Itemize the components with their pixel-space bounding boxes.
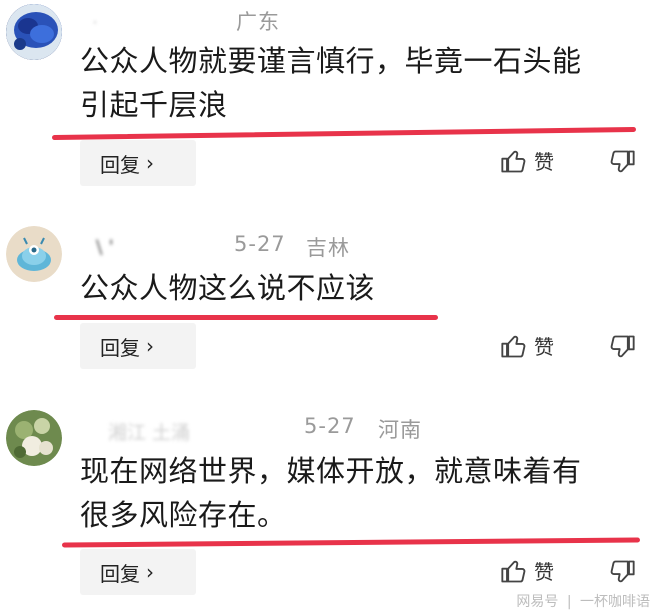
avatar-image: [6, 4, 62, 60]
chevron-right-icon: ›: [146, 334, 154, 358]
reply-button[interactable]: 回复 ›: [80, 549, 196, 595]
red-underline: [51, 126, 637, 141]
comment-text: 现在网络世界，媒体开放，就意味着有 很多风险存在。: [80, 449, 640, 537]
dislike-button[interactable]: [608, 558, 636, 590]
user-avatar[interactable]: [6, 4, 62, 60]
user-avatar[interactable]: [6, 410, 62, 466]
comment-text-line: 现在网络世界，媒体开放，就意味着有: [80, 454, 582, 488]
chevron-right-icon: ›: [146, 151, 154, 175]
thumbs-up-icon: [501, 150, 526, 172]
reply-label: 回复: [100, 152, 140, 177]
watermark: 网易号 | 一杯咖啡语: [514, 591, 652, 611]
comment-location: 广东: [236, 10, 280, 34]
comment-text-line: 引起千层浪: [80, 88, 228, 122]
avatar-image: [6, 226, 62, 282]
reply-button[interactable]: 回复 ›: [80, 323, 196, 369]
thumbs-up-icon: [501, 335, 526, 357]
watermark-separator: |: [566, 594, 572, 610]
comment-date: 5-27: [234, 232, 286, 256]
thumbs-up-icon: [501, 560, 526, 582]
dislike-button[interactable]: [608, 148, 636, 180]
comment-date: 5-27: [304, 414, 356, 438]
author-name[interactable]: ·: [92, 12, 98, 34]
thumbs-down-icon: [610, 150, 635, 173]
comment-location: 吉林: [306, 236, 350, 260]
red-underline: [61, 537, 641, 548]
reply-label: 回复: [100, 561, 140, 586]
like-label: 赞: [534, 560, 554, 584]
comment-text-line: 公众人物就要谨言慎行，毕竟一石头能: [80, 44, 582, 78]
like-button[interactable]: 赞: [500, 146, 554, 175]
watermark-source: 网易号: [516, 594, 559, 610]
comment-text: 公众人物就要谨言慎行，毕竟一石头能 引起千层浪: [80, 39, 640, 127]
red-underline: [54, 315, 438, 320]
author-name[interactable]: 湘江 土涌: [108, 418, 190, 445]
thumbs-down-icon: [610, 560, 635, 583]
avatar-image: [6, 410, 62, 466]
like-button[interactable]: 赞: [500, 331, 554, 360]
like-button[interactable]: 赞: [500, 556, 554, 585]
dislike-button[interactable]: [608, 333, 636, 365]
comment-location: 河南: [378, 418, 422, 442]
comment-text-line: 公众人物这么说不应该: [80, 271, 376, 305]
chevron-right-icon: ›: [146, 560, 154, 584]
watermark-author: 一杯咖啡语: [580, 594, 650, 610]
comment-text-line: 很多风险存在。: [80, 498, 287, 532]
comment-text: 公众人物这么说不应该: [80, 266, 640, 310]
user-avatar[interactable]: [6, 226, 62, 282]
like-label: 赞: [534, 150, 554, 174]
reply-button[interactable]: 回复 ›: [80, 140, 196, 186]
reply-label: 回复: [100, 335, 140, 360]
thumbs-down-icon: [610, 335, 635, 358]
like-label: 赞: [534, 335, 554, 359]
author-name[interactable]: \ ': [96, 236, 114, 258]
